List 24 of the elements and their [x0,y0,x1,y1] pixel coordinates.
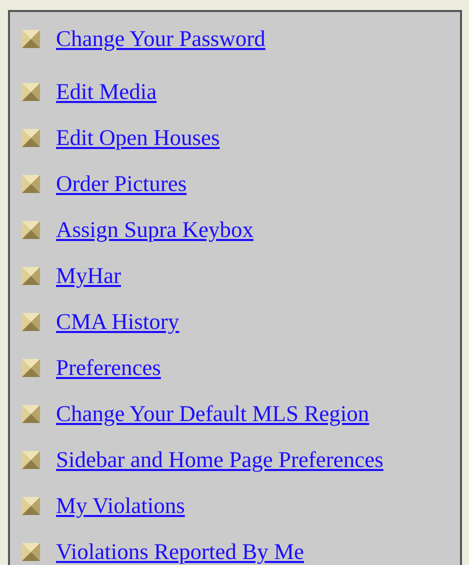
menu-link[interactable]: Edit Open Houses [56,125,220,151]
menu-link[interactable]: Change Your Default MLS Region [56,401,370,427]
menu-link[interactable]: Change Your Password [56,26,266,52]
menu-link[interactable]: Violations Reported By Me [56,539,304,565]
pyramid-bullet-icon [22,83,40,101]
pyramid-bullet-icon [22,267,40,285]
pyramid-bullet-icon [22,221,40,239]
menu-link[interactable]: Edit Media [56,79,157,105]
menu-link[interactable]: Assign Supra Keybox [56,217,254,243]
menu-link[interactable]: MyHar [56,263,121,289]
pyramid-bullet-icon [22,543,40,561]
menu-link[interactable]: Sidebar and Home Page Preferences [56,447,384,473]
menu-link[interactable]: Preferences [56,355,161,381]
menu-link[interactable]: My Violations [56,493,185,519]
pyramid-bullet-icon [22,175,40,193]
pyramid-bullet-icon [22,497,40,515]
menu-link[interactable]: Order Pictures [56,171,187,197]
pyramid-bullet-icon [22,129,40,147]
menu-link[interactable]: CMA History [56,309,180,335]
pyramid-bullet-icon [22,359,40,377]
pyramid-bullet-icon [22,30,40,48]
pyramid-bullet-icon [22,451,40,469]
pyramid-bullet-icon [22,313,40,331]
pyramid-bullet-icon [22,405,40,423]
